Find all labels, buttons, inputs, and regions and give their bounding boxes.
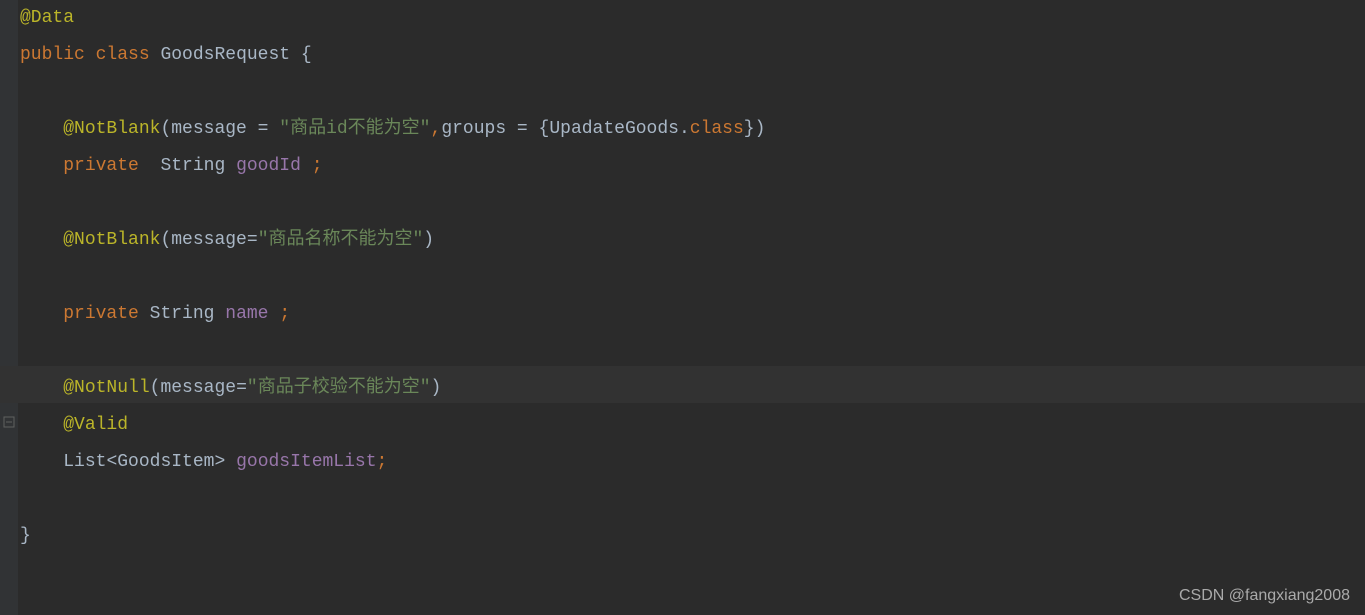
code-line: } [20, 518, 1365, 555]
type-name: GoodsItem [117, 452, 214, 472]
keyword-private: private [63, 156, 139, 176]
type-name: String [160, 156, 225, 176]
code-line-empty [20, 185, 1365, 222]
annotation: @Data [20, 8, 74, 28]
angle-open: < [106, 452, 117, 472]
paren-open: ( [160, 119, 171, 139]
editor-gutter [0, 0, 18, 615]
param-message: message [171, 230, 247, 250]
field-name: name [225, 304, 268, 324]
keyword-public: public [20, 45, 85, 65]
code-line: @Valid [20, 407, 1365, 444]
paren-close: ) [755, 119, 766, 139]
annotation: @NotNull [63, 378, 149, 398]
param-groups: groups [441, 119, 506, 139]
paren-open: ( [160, 230, 171, 250]
type-name: List [63, 452, 106, 472]
code-line-empty [20, 74, 1365, 111]
fold-marker-icon[interactable] [2, 415, 16, 429]
string-literal: "商品id不能为空" [279, 119, 430, 139]
field-name: goodsItemList [236, 452, 376, 472]
param-message: message [171, 119, 247, 139]
annotation: @Valid [63, 415, 128, 435]
comma: , [431, 119, 442, 139]
equals: = [247, 230, 258, 250]
equals: = [506, 119, 538, 139]
code-line: @Data [20, 0, 1365, 37]
type-name: UpadateGoods [549, 119, 679, 139]
code-line-empty [20, 333, 1365, 370]
brace-close: } [20, 526, 31, 546]
code-line: @NotBlank(message = "商品id不能为空",groups = … [20, 111, 1365, 148]
string-literal: "商品名称不能为空" [258, 230, 424, 250]
code-line: List<GoodsItem> goodsItemList; [20, 444, 1365, 481]
semicolon: ; [279, 304, 290, 324]
annotation: @NotBlank [63, 119, 160, 139]
param-message: message [160, 378, 236, 398]
brace-open: { [539, 119, 550, 139]
watermark-text: CSDN @fangxiang2008 [1179, 587, 1350, 605]
string-literal: "商品子校验不能为空" [247, 378, 431, 398]
code-line: private String name ; [20, 296, 1365, 333]
equals: = [247, 119, 279, 139]
brace-open: { [301, 45, 312, 65]
field-name: goodId [236, 156, 301, 176]
class-name: GoodsRequest [160, 45, 290, 65]
code-editor[interactable]: @Data public class GoodsRequest { @NotBl… [0, 0, 1365, 555]
paren-close: ) [431, 378, 442, 398]
dot: . [679, 119, 690, 139]
paren-open: ( [150, 378, 161, 398]
keyword-class: class [96, 45, 150, 65]
code-line: private String goodId ; [20, 148, 1365, 185]
code-line: @NotNull(message="商品子校验不能为空") [20, 370, 1365, 407]
annotation: @NotBlank [63, 230, 160, 250]
angle-close: > [214, 452, 225, 472]
semicolon: ; [312, 156, 323, 176]
code-line-empty [20, 481, 1365, 518]
code-line: @NotBlank(message="商品名称不能为空") [20, 222, 1365, 259]
equals: = [236, 378, 247, 398]
brace-close: } [744, 119, 755, 139]
keyword-class: class [690, 119, 744, 139]
keyword-private: private [63, 304, 139, 324]
code-line: public class GoodsRequest { [20, 37, 1365, 74]
type-name: String [150, 304, 215, 324]
code-line-empty [20, 259, 1365, 296]
semicolon: ; [377, 452, 388, 472]
paren-close: ) [423, 230, 434, 250]
